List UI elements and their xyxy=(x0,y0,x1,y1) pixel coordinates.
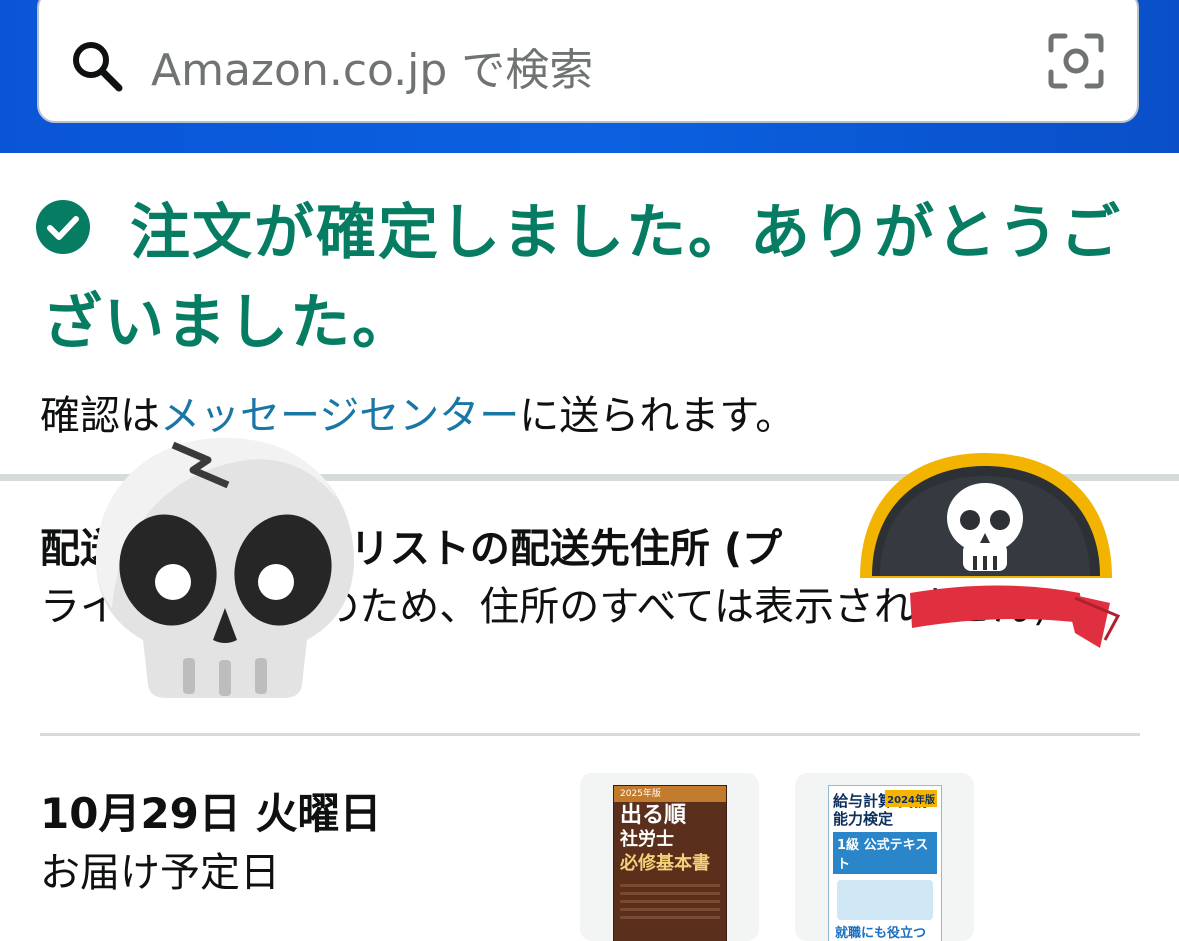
book-cover-2: 2024年版 給与計算 実務能力検定 1級 公式テキスト 就職にも役立つ 注目資… xyxy=(828,785,942,941)
order-confirmation: 注文が確定しました。ありがとうございました。 xyxy=(36,188,1146,368)
delivery-label: お届け予定日 xyxy=(40,850,280,896)
book2-title3: 就職にも役立つ 注目資格! xyxy=(835,926,927,941)
pirate-hat-icon xyxy=(860,453,1120,648)
product-thumbnail-1[interactable]: 2025年版 出る順 社労士 必修基本書 xyxy=(580,773,759,941)
book2-title2: 1級 公式テキスト xyxy=(833,832,937,874)
book1-title2: 社労士 xyxy=(620,829,674,850)
book2-illustration xyxy=(837,880,933,920)
product-thumbnail-2[interactable]: 2024年版 給与計算 実務能力検定 1級 公式テキスト 就職にも役立つ 注目資… xyxy=(795,773,974,941)
book1-title1: 出る順 xyxy=(620,802,687,828)
camera-icon[interactable] xyxy=(1047,32,1105,90)
header-bar: Amazon.co.jp で検索 xyxy=(0,0,1179,153)
book-cover-1: 2025年版 出る順 社労士 必修基本書 xyxy=(613,785,727,941)
search-icon[interactable] xyxy=(69,38,125,94)
book2-badge: 2024年版 xyxy=(885,790,937,807)
search-input[interactable]: Amazon.co.jp で検索 xyxy=(151,34,593,98)
skull-icon xyxy=(96,438,354,698)
search-box[interactable]: Amazon.co.jp で検索 xyxy=(37,0,1139,123)
item-divider xyxy=(40,733,1140,736)
book1-text-lines xyxy=(620,884,720,924)
book1-title3: 必修基本書 xyxy=(620,853,710,874)
check-circle-icon xyxy=(36,200,90,254)
delivery-date: 10月29日 火曜日 xyxy=(40,789,382,838)
book1-year: 2025年版 xyxy=(614,786,726,802)
confirmation-title: 注文が確定しました。ありがとうございました。 xyxy=(42,198,1122,358)
confirmation-sub-suffix: に送られます。 xyxy=(519,393,796,439)
